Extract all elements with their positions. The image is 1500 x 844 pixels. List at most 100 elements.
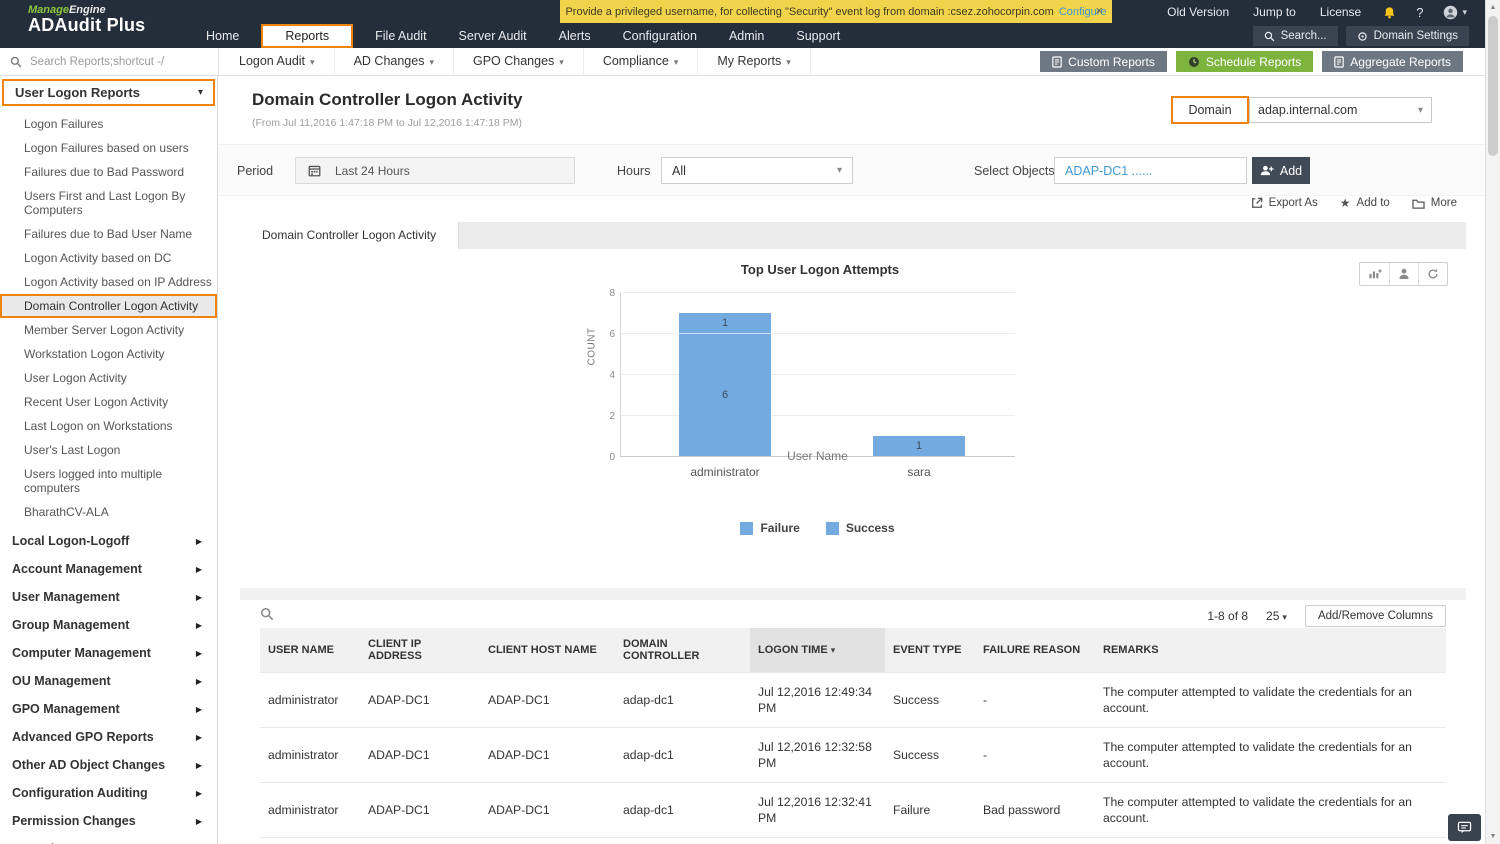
sidebar-item-bharathcv-ala[interactable]: BharathCV-ALA: [0, 500, 217, 524]
menu-gpo-changes[interactable]: GPO Changes▾: [454, 48, 584, 75]
scrollbar-thumb[interactable]: [1488, 16, 1498, 156]
sidebar-section-computer-management[interactable]: Computer Management▶: [0, 639, 217, 667]
sidebar-category-dropdown[interactable]: User Logon Reports ▾: [2, 79, 215, 106]
report-search-input[interactable]: [30, 56, 200, 68]
page-size-dropdown[interactable]: 25▾: [1266, 609, 1287, 623]
table-row[interactable]: administratorADAP-DC1ADAP-DC1adap-dc1Jul…: [260, 672, 1446, 727]
sidebar-item-user-s-last-logon[interactable]: User's Last Logon: [0, 438, 217, 462]
legend-success[interactable]: Success: [826, 521, 895, 535]
column-header-remarks[interactable]: REMARKS: [1095, 628, 1446, 672]
column-header-logon-time[interactable]: LOGON TIME ▾: [750, 628, 885, 672]
search-button[interactable]: Search...: [1253, 26, 1338, 46]
menu-compliance[interactable]: Compliance▾: [584, 48, 699, 75]
user-menu[interactable]: ▾: [1433, 5, 1471, 20]
nav-file-audit[interactable]: File Audit: [359, 24, 442, 48]
sidebar-item-recent-user-logon-activity[interactable]: Recent User Logon Activity: [0, 390, 217, 414]
menu-my-reports[interactable]: My Reports▾: [698, 48, 810, 75]
sidebar-item-logon-activity-based-on-dc[interactable]: Logon Activity based on DC: [0, 246, 217, 270]
domain-settings-button[interactable]: Domain Settings: [1346, 26, 1469, 46]
gridline: [621, 292, 1015, 293]
sidebar-item-failures-due-to-bad-password[interactable]: Failures due to Bad Password: [0, 160, 217, 184]
legend-failure[interactable]: Failure: [740, 521, 799, 535]
sidebar-item-failures-due-to-bad-user-name[interactable]: Failures due to Bad User Name: [0, 222, 217, 246]
bar-segment-failure[interactable]: 1: [679, 313, 771, 334]
chevron-right-icon: ▶: [196, 593, 202, 602]
export-as-button[interactable]: Export As: [1251, 197, 1318, 209]
nav-admin[interactable]: Admin: [713, 24, 780, 48]
sidebar-section-advanced-gpo-reports[interactable]: Advanced GPO Reports▶: [0, 723, 217, 751]
column-header-client-ip-address[interactable]: CLIENT IP ADDRESS: [360, 628, 480, 672]
sidebar-section-user-management[interactable]: User Management▶: [0, 583, 217, 611]
column-header-user-name[interactable]: USER NAME: [260, 628, 360, 672]
add-to-button[interactable]: ★ Add to: [1340, 196, 1390, 210]
aggregate-reports-button[interactable]: Aggregate Reports: [1322, 51, 1463, 72]
header-link-jump-to[interactable]: Jump to: [1241, 5, 1308, 19]
column-header-failure-reason[interactable]: FAILURE REASON: [975, 628, 1095, 672]
sidebar-item-user-logon-activity[interactable]: User Logon Activity: [0, 366, 217, 390]
nav-configuration[interactable]: Configuration: [607, 24, 713, 48]
sidebar-item-users-first-and-last-logon-by-computers[interactable]: Users First and Last Logon By Computers: [0, 184, 217, 222]
sidebar-item-users-logged-into-multiple-computers[interactable]: Users logged into multiple computers: [0, 462, 217, 500]
column-header-domain-controller[interactable]: DOMAIN CONTROLLER: [615, 628, 750, 672]
app-name: ADAudit Plus: [28, 15, 145, 36]
scroll-up-icon[interactable]: ▲: [1486, 4, 1500, 11]
scroll-down-icon[interactable]: ▼: [1486, 833, 1500, 840]
bar-segment-success[interactable]: 6: [679, 333, 771, 456]
sidebar-section-group-management[interactable]: Group Management▶: [0, 611, 217, 639]
custom-reports-button[interactable]: Custom Reports: [1040, 51, 1167, 72]
nav-support[interactable]: Support: [780, 24, 856, 48]
tab-domain-controller-logon-activity[interactable]: Domain Controller Logon Activity: [240, 222, 459, 249]
report-search-box[interactable]: [0, 48, 219, 75]
domain-select[interactable]: adap.internal.com ▾: [1249, 97, 1432, 123]
sidebar-item-workstation-logon-activity[interactable]: Workstation Logon Activity: [0, 342, 217, 366]
sidebar-section-ou-management[interactable]: OU Management▶: [0, 667, 217, 695]
header-link-license[interactable]: License: [1308, 5, 1373, 19]
schedule-reports-button[interactable]: Schedule Reports: [1176, 51, 1313, 72]
header-link-old-version[interactable]: Old Version: [1155, 5, 1241, 19]
sidebar-item-last-logon-on-workstations[interactable]: Last Logon on Workstations: [0, 414, 217, 438]
scrollbar[interactable]: ▲ ▼: [1485, 0, 1500, 844]
table-row[interactable]: administratorADAP-DC1ADAP-DC1adap-dc1Jul…: [260, 727, 1446, 782]
sidebar-item-domain-controller-logon-activity[interactable]: Domain Controller Logon Activity: [0, 294, 217, 318]
y-axis-label: COUNT: [587, 317, 598, 377]
select-objects-input[interactable]: ADAP-DC1 ......: [1054, 157, 1247, 184]
table-cell: ADAP-DC1: [360, 782, 480, 837]
nav-home[interactable]: Home: [190, 24, 255, 48]
menu-logon-audit[interactable]: Logon Audit▾: [220, 48, 335, 75]
sidebar-section-configuration-auditing[interactable]: Configuration Auditing▶: [0, 779, 217, 807]
help-icon[interactable]: ?: [1406, 5, 1433, 20]
sidebar-section-gpo-management[interactable]: GPO Management▶: [0, 695, 217, 723]
nav-server-audit[interactable]: Server Audit: [443, 24, 543, 48]
hours-select[interactable]: All ▾: [661, 157, 853, 184]
period-input[interactable]: Last 24 Hours: [295, 157, 575, 184]
table-row[interactable]: administratorADAP-DC1ADAP-DC1adap-dc1Jul…: [260, 782, 1446, 837]
add-button[interactable]: Add: [1252, 157, 1310, 184]
chat-button[interactable]: [1448, 814, 1481, 841]
sidebar-item-logon-failures-based-on-users[interactable]: Logon Failures based on users: [0, 136, 217, 160]
nav-reports[interactable]: Reports: [261, 24, 353, 48]
sidebar-item-logon-failures[interactable]: Logon Failures: [0, 112, 217, 136]
nav-alerts[interactable]: Alerts: [543, 24, 607, 48]
column-header-client-host-name[interactable]: CLIENT HOST NAME: [480, 628, 615, 672]
table-search-icon[interactable]: [260, 607, 274, 626]
sidebar-section-permission-changes[interactable]: Permission Changes▶: [0, 807, 217, 835]
clock-icon: [1188, 56, 1200, 68]
refresh-icon[interactable]: [1418, 263, 1447, 285]
sidebar-section-account-management[interactable]: Account Management▶: [0, 555, 217, 583]
sidebar-section-dns-changes[interactable]: DNS Changes▶: [0, 835, 217, 844]
more-button[interactable]: More: [1412, 197, 1457, 209]
sidebar-item-logon-activity-based-on-ip-address[interactable]: Logon Activity based on IP Address: [0, 270, 217, 294]
column-header-event-type[interactable]: EVENT TYPE: [885, 628, 975, 672]
sidebar-section-local-logon-logoff[interactable]: Local Logon-Logoff▶: [0, 527, 217, 555]
sidebar-item-member-server-logon-activity[interactable]: Member Server Logon Activity: [0, 318, 217, 342]
report-icon: [1334, 56, 1344, 68]
banner-close-icon[interactable]: ×: [1095, 3, 1103, 18]
chart-type-icon[interactable]: [1360, 263, 1389, 285]
notification-banner: Provide a privileged username, for colle…: [560, 0, 1112, 23]
add-remove-columns-button[interactable]: Add/Remove Columns: [1305, 605, 1446, 627]
sidebar-section-other-ad-object-changes[interactable]: Other AD Object Changes▶: [0, 751, 217, 779]
table-cell: ADAP-DC1: [360, 672, 480, 727]
notification-icon[interactable]: [1373, 6, 1406, 19]
menu-ad-changes[interactable]: AD Changes▾: [335, 48, 454, 75]
user-view-icon[interactable]: [1389, 263, 1418, 285]
